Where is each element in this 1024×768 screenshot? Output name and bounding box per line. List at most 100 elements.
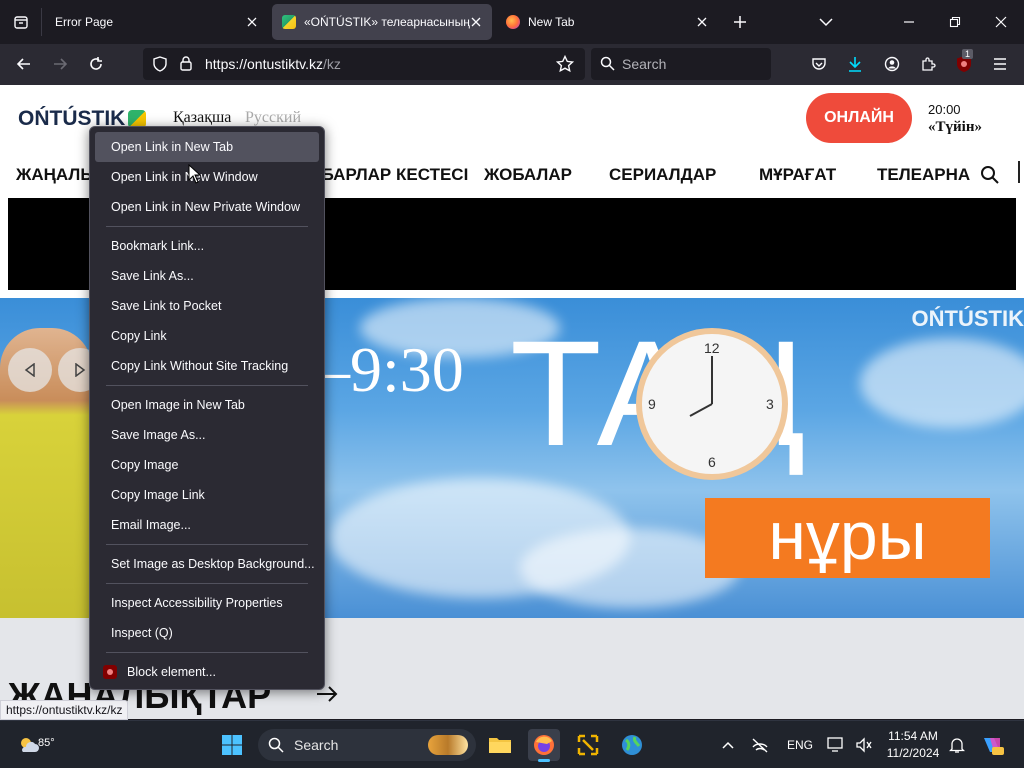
input-language[interactable]: ENG [787, 738, 813, 752]
account-icon [884, 56, 900, 72]
url-path: /kz [323, 56, 341, 72]
monitor-icon [827, 737, 843, 752]
tracking-shield-icon[interactable] [152, 56, 168, 72]
menu-save-link-to-pocket[interactable]: Save Link to Pocket [95, 291, 319, 321]
menu-item-projects[interactable]: ЖОБАЛАР [484, 165, 572, 185]
minimize-button[interactable] [893, 6, 925, 38]
menu-save-link-as[interactable]: Save Link As... [95, 261, 319, 291]
live-button[interactable]: ОНЛАЙН [806, 93, 912, 143]
menu-open-link-new-tab[interactable]: Open Link in New Tab [95, 132, 319, 162]
menu-save-image-as[interactable]: Save Image As... [95, 420, 319, 450]
menu-block-element[interactable]: Block element... [95, 657, 319, 687]
lang-russian[interactable]: Русский [245, 109, 301, 127]
menu-copy-link-clean[interactable]: Copy Link Without Site Tracking [95, 351, 319, 381]
context-menu: Open Link in New Tab Open Link in New Wi… [89, 126, 325, 690]
downloads-button[interactable] [839, 48, 871, 80]
menu-bookmark-link[interactable]: Bookmark Link... [95, 231, 319, 261]
tab-separator [41, 8, 42, 36]
reload-button[interactable] [80, 48, 112, 80]
menu-email-image[interactable]: Email Image... [95, 510, 319, 540]
start-button[interactable] [216, 729, 248, 761]
tab-overflow-button[interactable] [810, 6, 842, 38]
app-taskbar-button[interactable] [572, 729, 604, 761]
notifications-button[interactable] [944, 729, 970, 761]
tab-bar: Error Page «OŃTÚSTIK» телеарнасының ресм… [0, 0, 1024, 44]
forward-button[interactable] [44, 48, 76, 80]
back-button[interactable] [8, 48, 40, 80]
tab-new-tab[interactable]: New Tab [496, 4, 718, 40]
search-placeholder: Search [622, 56, 667, 72]
menu-item-series[interactable]: СЕРИАЛДАР [609, 165, 716, 185]
app-menu-button[interactable] [984, 48, 1016, 80]
pocket-icon [812, 58, 826, 70]
network-tray-button[interactable] [746, 729, 774, 761]
chevron-down-icon [819, 18, 833, 27]
taskbar-search[interactable]: Search [258, 729, 476, 761]
new-tab-button[interactable] [724, 6, 756, 38]
search-bar[interactable]: Search [591, 48, 771, 80]
clock-date[interactable]: 11/2/2024 [884, 746, 942, 760]
lang-kazakh[interactable]: Қазақша [173, 109, 231, 127]
scrollbar[interactable] [1018, 161, 1020, 183]
menu-item-archive[interactable]: МҰРАҒАТ [759, 165, 836, 185]
restore-button[interactable] [939, 6, 971, 38]
address-bar[interactable]: https://ontustiktv.kz/kz [143, 48, 585, 80]
bookmark-star-icon[interactable] [556, 55, 574, 73]
ublock-badge: 1 [962, 49, 974, 59]
taskbar-search-placeholder: Search [294, 737, 339, 753]
menu-open-link-private-window[interactable]: Open Link in New Private Window [95, 192, 319, 222]
bell-icon [949, 738, 965, 753]
weather-widget[interactable]: 85° [4, 729, 55, 761]
lock-icon[interactable] [179, 55, 193, 71]
download-icon [849, 57, 861, 72]
weather-temperature: 85° [38, 737, 55, 749]
firefox-taskbar-button[interactable] [528, 729, 560, 762]
navigation-toolbar: https://ontustiktv.kz/kz Search 1 [0, 44, 1024, 85]
menu-item-channel[interactable]: ТЕЛЕАРНА [877, 165, 979, 185]
tab-list-button[interactable] [0, 0, 42, 44]
copilot-button[interactable] [976, 729, 1008, 761]
minimize-icon [904, 21, 914, 23]
close-tab-icon[interactable] [468, 14, 484, 30]
firefox-favicon-icon [506, 15, 520, 29]
taskbar: 85° Search ENG 11:54 AM 11/2/2024 [0, 720, 1024, 768]
tab-ontustik[interactable]: «OŃTÚSTIK» телеарнасының ресми [272, 4, 492, 40]
menu-inspect-accessibility[interactable]: Inspect Accessibility Properties [95, 588, 319, 618]
tab-error-page[interactable]: Error Page [44, 4, 268, 40]
menu-open-image-new-tab[interactable]: Open Image in New Tab [95, 390, 319, 420]
display-tray-button[interactable] [822, 729, 850, 761]
account-button[interactable] [876, 48, 908, 80]
mouse-cursor-icon [188, 164, 202, 184]
ublock-icon [103, 665, 117, 679]
browser-taskbar-button[interactable] [616, 729, 648, 761]
close-window-button[interactable] [985, 6, 1017, 38]
clock-time[interactable]: 11:54 AM [884, 729, 942, 743]
menu-copy-image[interactable]: Copy Image [95, 450, 319, 480]
file-explorer-button[interactable] [484, 729, 516, 761]
menu-set-desktop-background[interactable]: Set Image as Desktop Background... [95, 549, 319, 579]
ublock-button[interactable]: 1 [948, 48, 980, 80]
volume-tray-button[interactable] [850, 729, 878, 761]
menu-copy-image-link[interactable]: Copy Image Link [95, 480, 319, 510]
extensions-button[interactable] [912, 48, 944, 80]
weather-cloud-icon [21, 738, 39, 752]
url-text[interactable]: https://ontustiktv.kz/kz [205, 56, 341, 72]
menu-inspect[interactable]: Inspect (Q) [95, 618, 319, 648]
plus-icon [734, 16, 746, 28]
pocket-button[interactable] [803, 48, 835, 80]
arrows-app-icon [577, 734, 599, 756]
chevron-up-icon [722, 741, 734, 749]
clock-icon: 12 3 6 9 [636, 328, 788, 480]
firefox-icon [534, 735, 554, 755]
tray-overflow-button[interactable] [714, 729, 742, 761]
menu-open-link-new-window[interactable]: Open Link in New Window [95, 162, 319, 192]
menu-copy-link[interactable]: Copy Link [95, 321, 319, 351]
close-tab-icon[interactable] [244, 14, 260, 30]
banner-word-nury: нұры [705, 498, 990, 578]
site-search-icon[interactable] [980, 165, 1000, 185]
speaker-muted-icon [856, 737, 872, 753]
slider-prev-button[interactable] [8, 348, 52, 392]
menu-separator [106, 385, 308, 386]
close-tab-icon[interactable] [694, 14, 710, 30]
schedule-show[interactable]: «Түйін» [928, 119, 982, 136]
